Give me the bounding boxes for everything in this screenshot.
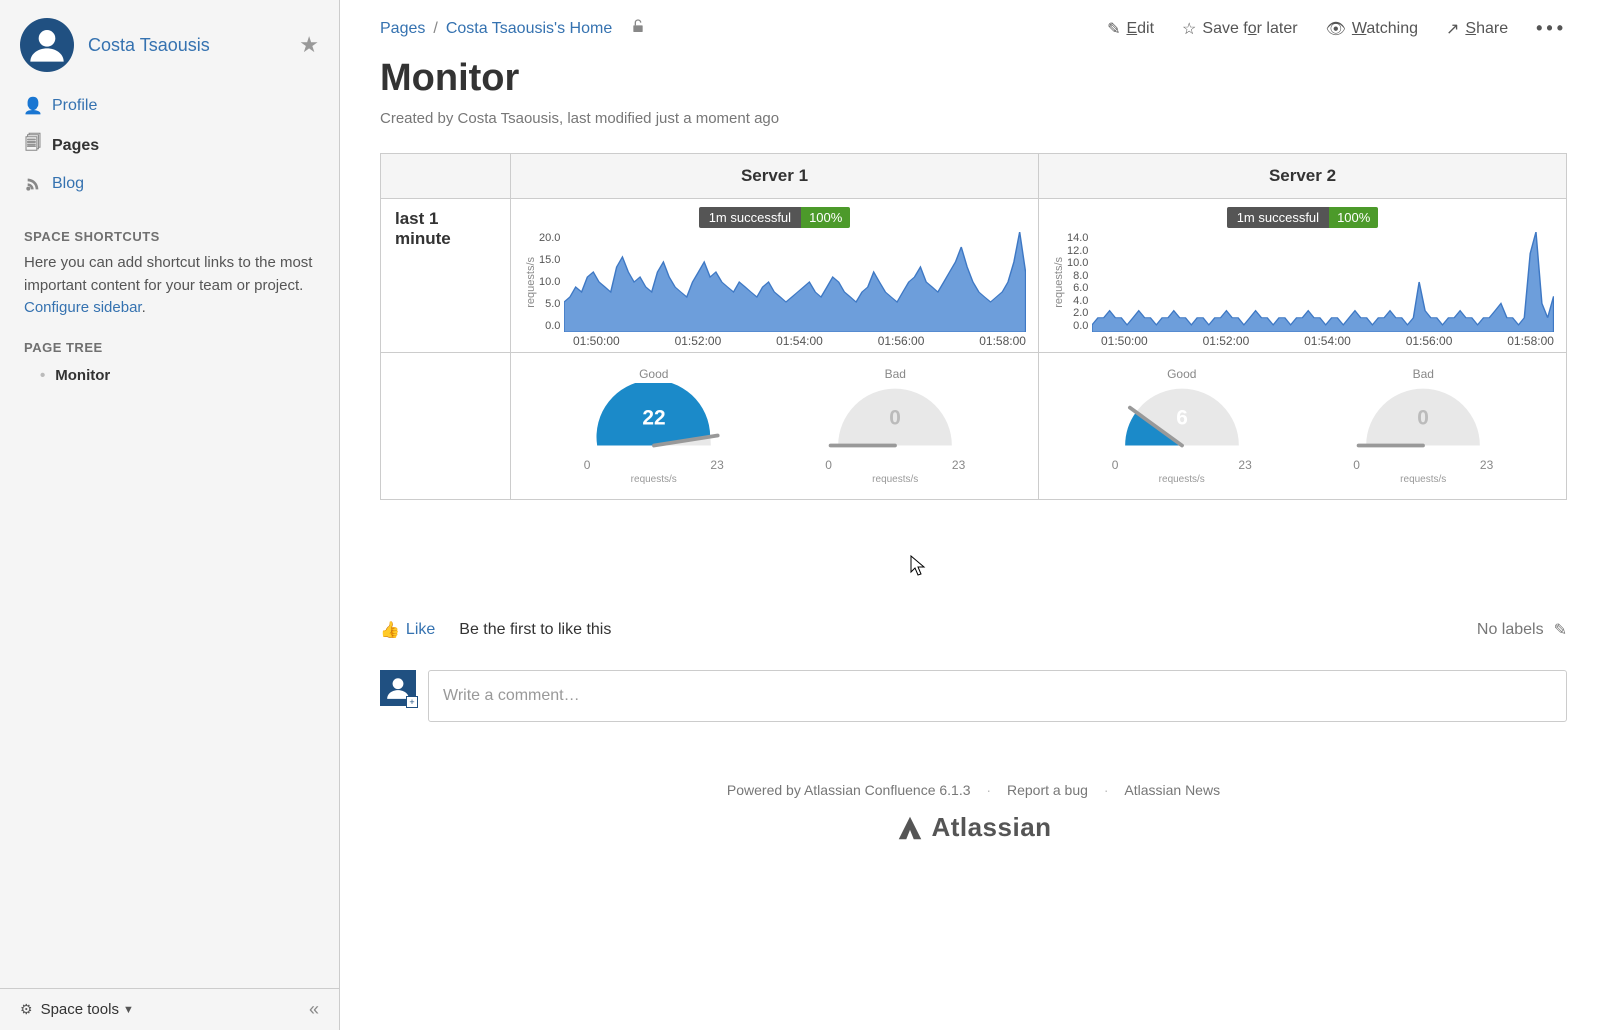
gauge-row-label xyxy=(381,353,511,500)
comment-avatar[interactable]: + xyxy=(380,670,416,706)
watching-button[interactable]: 👁 Watching xyxy=(1326,19,1418,39)
breadcrumb-sep: / xyxy=(433,20,437,38)
comment-bar: + Write a comment… xyxy=(380,670,1567,722)
svg-text:0: 0 xyxy=(889,407,901,430)
gauge-good: Good 6 023 requests/s xyxy=(1102,367,1262,485)
space-avatar[interactable] xyxy=(20,18,74,72)
page-tree-item-monitor[interactable]: Monitor xyxy=(0,361,339,390)
thumb-icon: 👍 xyxy=(380,620,400,640)
breadcrumb: Pages / Costa Tsaousis's Home xyxy=(380,20,612,38)
gauge-bad: Bad 0 023 requests/s xyxy=(1343,367,1503,485)
share-icon: ↗ xyxy=(1446,19,1459,39)
chart-s1: 1m successful100% requests/s 20.015.010.… xyxy=(511,199,1039,353)
sidebar-item-label: Pages xyxy=(52,137,99,155)
pages-icon: 🗐 xyxy=(24,132,42,159)
sidebar-footer: ⚙ Space tools ▼ « xyxy=(0,988,339,1030)
header-server1: Server 1 xyxy=(511,154,1039,199)
star-icon[interactable]: ★ xyxy=(299,32,319,58)
save-for-later-button[interactable]: ☆ Save for later xyxy=(1182,19,1298,39)
gauge-good: Good 22 023 requests/s xyxy=(574,367,734,485)
shortcuts-heading: SPACE SHORTCUTS xyxy=(0,211,339,250)
caret-down-icon: ▼ xyxy=(123,1004,134,1016)
configure-sidebar-link[interactable]: Configure sidebar xyxy=(24,299,142,316)
sidebar-item-pages[interactable]: 🗐 Pages xyxy=(0,124,339,167)
header-server2: Server 2 xyxy=(1039,154,1567,199)
status-badge: 1m successful100% xyxy=(699,207,851,228)
more-actions-button[interactable]: ••• xyxy=(1536,18,1567,39)
space-header: Costa Tsaousis ★ xyxy=(0,0,339,82)
star-outline-icon: ☆ xyxy=(1182,19,1196,39)
page-actions: ✎ Edit ☆ Save for later 👁 Watching ↗ Sha… xyxy=(1107,18,1567,39)
comment-input[interactable]: Write a comment… xyxy=(428,670,1567,722)
breadcrumb-home[interactable]: Costa Tsaousis's Home xyxy=(446,20,612,38)
breadcrumb-pages[interactable]: Pages xyxy=(380,20,425,38)
rss-icon xyxy=(24,176,42,192)
add-user-icon: + xyxy=(406,696,418,708)
page-title: Monitor xyxy=(380,57,1567,100)
sidebar-item-label: Blog xyxy=(52,175,84,193)
sidebar-item-profile[interactable]: 👤 Profile xyxy=(0,88,339,124)
edit-labels-icon[interactable]: ✎ xyxy=(1554,620,1567,640)
sidebar-item-label: Profile xyxy=(52,97,97,115)
main-content: Pages / Costa Tsaousis's Home ✎ Edit ☆ S… xyxy=(340,0,1607,1030)
space-tools-button[interactable]: Space tools xyxy=(41,1001,119,1018)
person-icon: 👤 xyxy=(24,96,42,116)
unlock-icon[interactable] xyxy=(630,18,646,39)
no-labels-text: No labels xyxy=(1477,621,1544,639)
chart-s2: 1m successful100% requests/s 14.012.010.… xyxy=(1039,199,1567,353)
page-byline: Created by Costa Tsaousis, last modified… xyxy=(380,110,1567,127)
gauge-bad: Bad 0 023 requests/s xyxy=(815,367,975,485)
share-button[interactable]: ↗ Share xyxy=(1446,19,1508,39)
sidebar-item-blog[interactable]: Blog xyxy=(0,167,339,201)
gauges-s1: Good 22 023 requests/s Bad 0 023 request… xyxy=(511,353,1039,500)
sidebar: Costa Tsaousis ★ 👤 Profile 🗐 Pages Blog … xyxy=(0,0,340,1030)
monitor-table: Server 1 Server 2 last 1 minute 1m succe… xyxy=(380,153,1567,500)
edit-button[interactable]: ✎ Edit xyxy=(1107,19,1154,39)
footer-news[interactable]: Atlassian News xyxy=(1124,782,1220,798)
space-name-link[interactable]: Costa Tsaousis xyxy=(88,35,299,56)
svg-text:6: 6 xyxy=(1176,407,1188,430)
shortcuts-text: Here you can add shortcut links to the m… xyxy=(0,250,339,322)
svg-text:0: 0 xyxy=(1417,407,1429,430)
y-label: requests/s xyxy=(1051,257,1067,308)
topbar: Pages / Costa Tsaousis's Home ✎ Edit ☆ S… xyxy=(380,0,1567,39)
sidebar-nav: 👤 Profile 🗐 Pages Blog xyxy=(0,82,339,211)
eye-icon: 👁 xyxy=(1326,19,1346,39)
y-label: requests/s xyxy=(523,257,539,308)
header-empty xyxy=(381,154,511,199)
footer: Powered by Atlassian Confluence 6.1.3 · … xyxy=(380,782,1567,846)
collapse-sidebar-icon[interactable]: « xyxy=(309,999,319,1020)
like-bar: 👍 Like Be the first to like this No labe… xyxy=(380,620,1567,640)
row-label: last 1 minute xyxy=(381,199,511,353)
footer-bug[interactable]: Report a bug xyxy=(1007,782,1088,798)
svg-text:22: 22 xyxy=(642,407,665,430)
pencil-icon: ✎ xyxy=(1107,19,1120,39)
gauges-s2: Good 6 023 requests/s Bad 0 023 requests… xyxy=(1039,353,1567,500)
atlassian-logo[interactable]: Atlassian xyxy=(895,812,1051,843)
status-badge: 1m successful100% xyxy=(1227,207,1379,228)
like-button[interactable]: 👍 Like xyxy=(380,620,435,640)
page-tree-heading: PAGE TREE xyxy=(0,322,339,361)
gear-icon: ⚙ xyxy=(20,1001,33,1018)
like-prompt: Be the first to like this xyxy=(459,621,611,639)
footer-powered[interactable]: Powered by Atlassian Confluence 6.1.3 xyxy=(727,782,971,798)
